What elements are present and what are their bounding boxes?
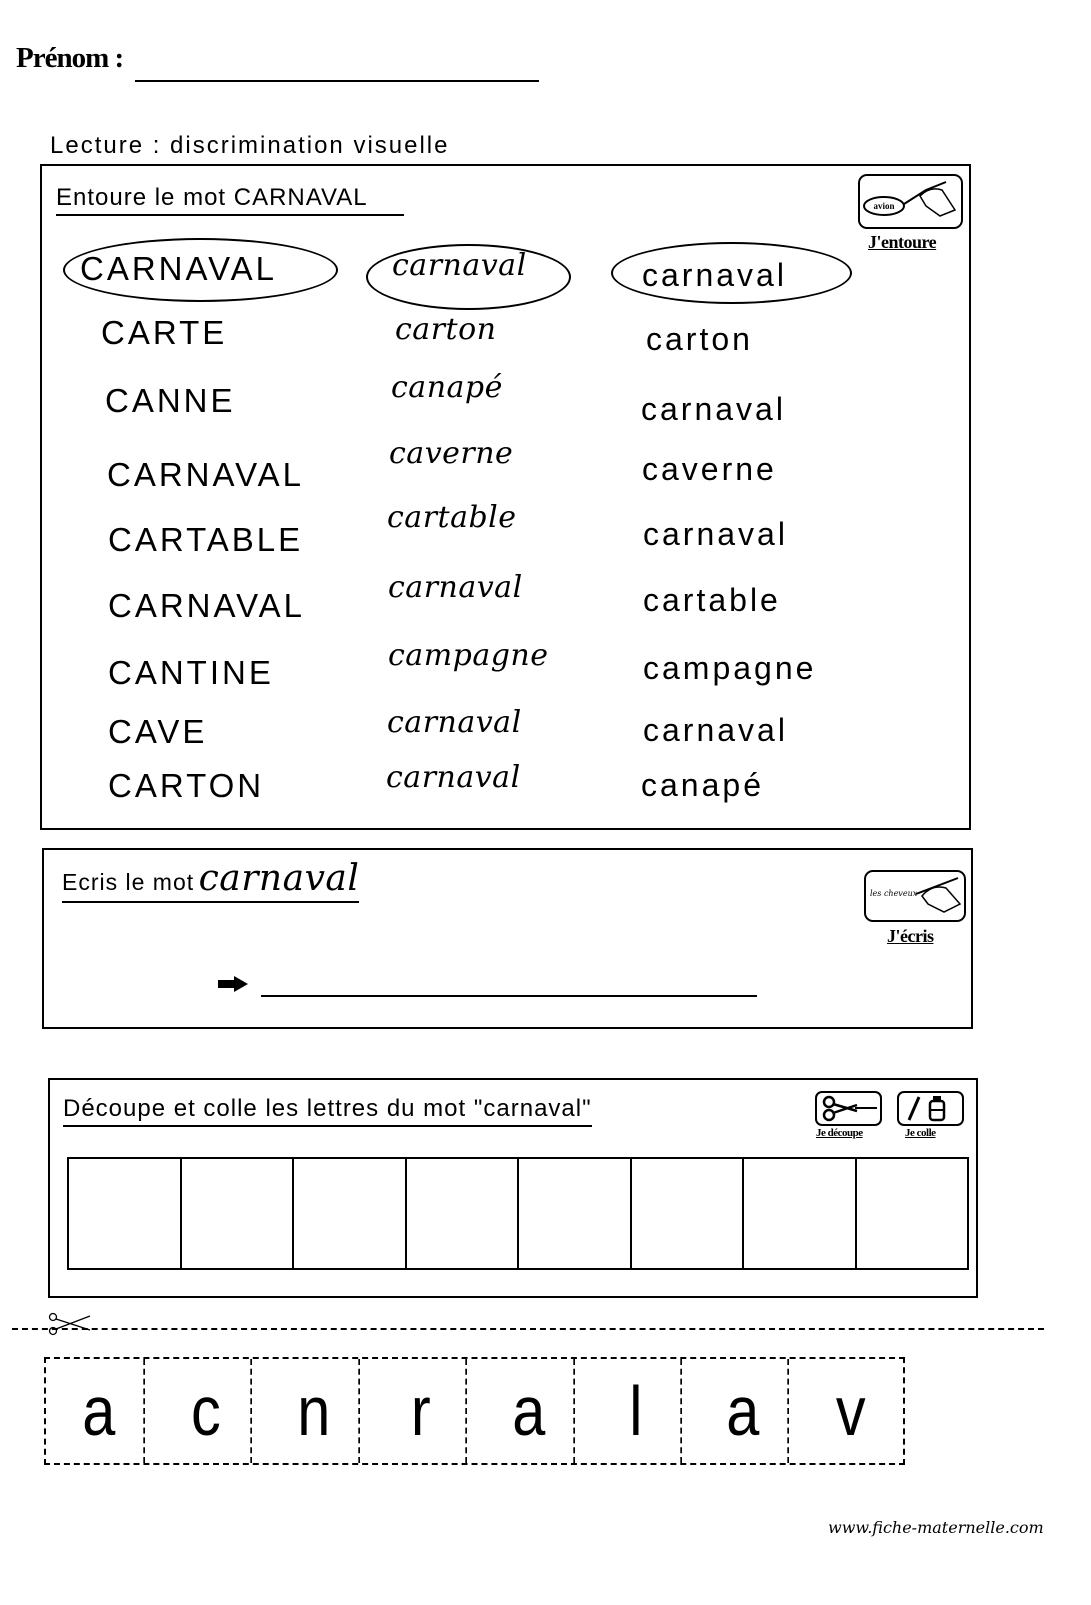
word-script[interactable]: carnaval xyxy=(643,712,788,749)
paste-cell[interactable] xyxy=(294,1159,407,1268)
word-capitals[interactable]: CARNAVAL xyxy=(108,587,305,625)
word-cursive[interactable]: carnaval xyxy=(388,570,523,605)
word-script[interactable]: canapé xyxy=(641,767,764,804)
word-cursive[interactable]: campagne xyxy=(388,638,549,673)
word-cursive[interactable]: carnaval xyxy=(387,705,522,740)
word-script[interactable]: carton xyxy=(646,321,753,358)
word-capitals[interactable]: CANTINE xyxy=(108,654,274,692)
circle-icon-label: J'entoure xyxy=(868,232,937,252)
paste-cell[interactable] xyxy=(407,1159,519,1268)
cutout-letter[interactable]: a xyxy=(484,1359,575,1463)
scissors-cut-icon xyxy=(46,1312,92,1338)
cut-dashed-line xyxy=(12,1328,1044,1330)
write-icon-label: J'écris xyxy=(887,926,934,946)
glue-icon xyxy=(897,1091,964,1126)
word-capitals[interactable]: CARNAVAL xyxy=(80,250,277,288)
word-capitals[interactable]: CARNAVAL xyxy=(107,456,304,494)
word-cursive[interactable]: carnaval xyxy=(386,760,521,795)
word-cursive[interactable]: canapé xyxy=(391,370,503,405)
word-capitals[interactable]: CAVE xyxy=(108,713,207,751)
cutout-letter[interactable]: r xyxy=(376,1359,468,1463)
cutout-letter[interactable]: c xyxy=(161,1359,253,1463)
word-cursive[interactable]: carton xyxy=(395,312,496,347)
circle-icon: avion xyxy=(858,174,963,229)
paste-cell[interactable] xyxy=(744,1159,857,1268)
word-cursive[interactable]: caverne xyxy=(389,436,513,471)
scissors-icon-label: Je découpe xyxy=(816,1127,863,1139)
glue-icon-label: Je colle xyxy=(905,1127,936,1139)
exercise-write-instruction: Ecris le mot carnaval xyxy=(62,858,360,903)
word-capitals[interactable]: CANNE xyxy=(105,382,236,420)
word-capitals[interactable]: CARTE xyxy=(101,314,227,352)
write-answer-line[interactable] xyxy=(261,995,757,997)
paste-cell[interactable] xyxy=(69,1159,182,1268)
paste-cell[interactable] xyxy=(632,1159,744,1268)
cutout-letters-strip: a c n r a l a v xyxy=(44,1357,905,1465)
name-input-line[interactable] xyxy=(135,80,539,82)
cutout-letter[interactable]: l xyxy=(591,1359,683,1463)
word-script[interactable]: campagne xyxy=(643,650,816,687)
paste-cell[interactable] xyxy=(182,1159,294,1268)
cutout-letter[interactable]: a xyxy=(698,1359,790,1463)
word-cursive[interactable]: carnaval xyxy=(392,248,527,283)
paste-grid xyxy=(67,1157,969,1270)
arrow-right-icon xyxy=(218,976,248,992)
word-script[interactable]: caverne xyxy=(642,451,777,488)
write-instruction-prefix: Ecris le mot xyxy=(62,869,195,895)
scissors-icon xyxy=(815,1091,882,1126)
circle-icon-text: avion xyxy=(873,201,894,211)
word-script[interactable]: carnaval xyxy=(643,516,788,553)
exercise-cutpaste-instruction: Découpe et colle les lettres du mot "car… xyxy=(63,1095,592,1127)
footer-site: www.fiche-maternelle.com xyxy=(828,1518,1044,1537)
write-instruction-word: carnaval xyxy=(198,858,360,899)
section-title: Lecture : discrimination visuelle xyxy=(50,132,450,159)
cutout-letter[interactable]: n xyxy=(269,1359,361,1463)
word-script[interactable]: carnaval xyxy=(641,391,786,428)
word-cursive[interactable]: cartable xyxy=(387,500,517,535)
word-capitals[interactable]: CARTABLE xyxy=(108,521,303,559)
exercise-circle-instruction: Entoure le mot CARNAVAL xyxy=(56,184,404,216)
name-label: Prénom : xyxy=(16,42,124,74)
word-capitals[interactable]: CARTON xyxy=(108,767,264,805)
cutout-letter[interactable]: v xyxy=(806,1359,896,1463)
paste-cell[interactable] xyxy=(519,1159,632,1268)
write-icon-text: les cheveux xyxy=(870,889,918,898)
write-icon: les cheveux xyxy=(864,870,966,922)
paste-cell[interactable] xyxy=(857,1159,968,1268)
word-script[interactable]: cartable xyxy=(643,582,781,619)
cutout-letter[interactable]: a xyxy=(54,1359,146,1463)
word-script[interactable]: carnaval xyxy=(642,257,787,294)
